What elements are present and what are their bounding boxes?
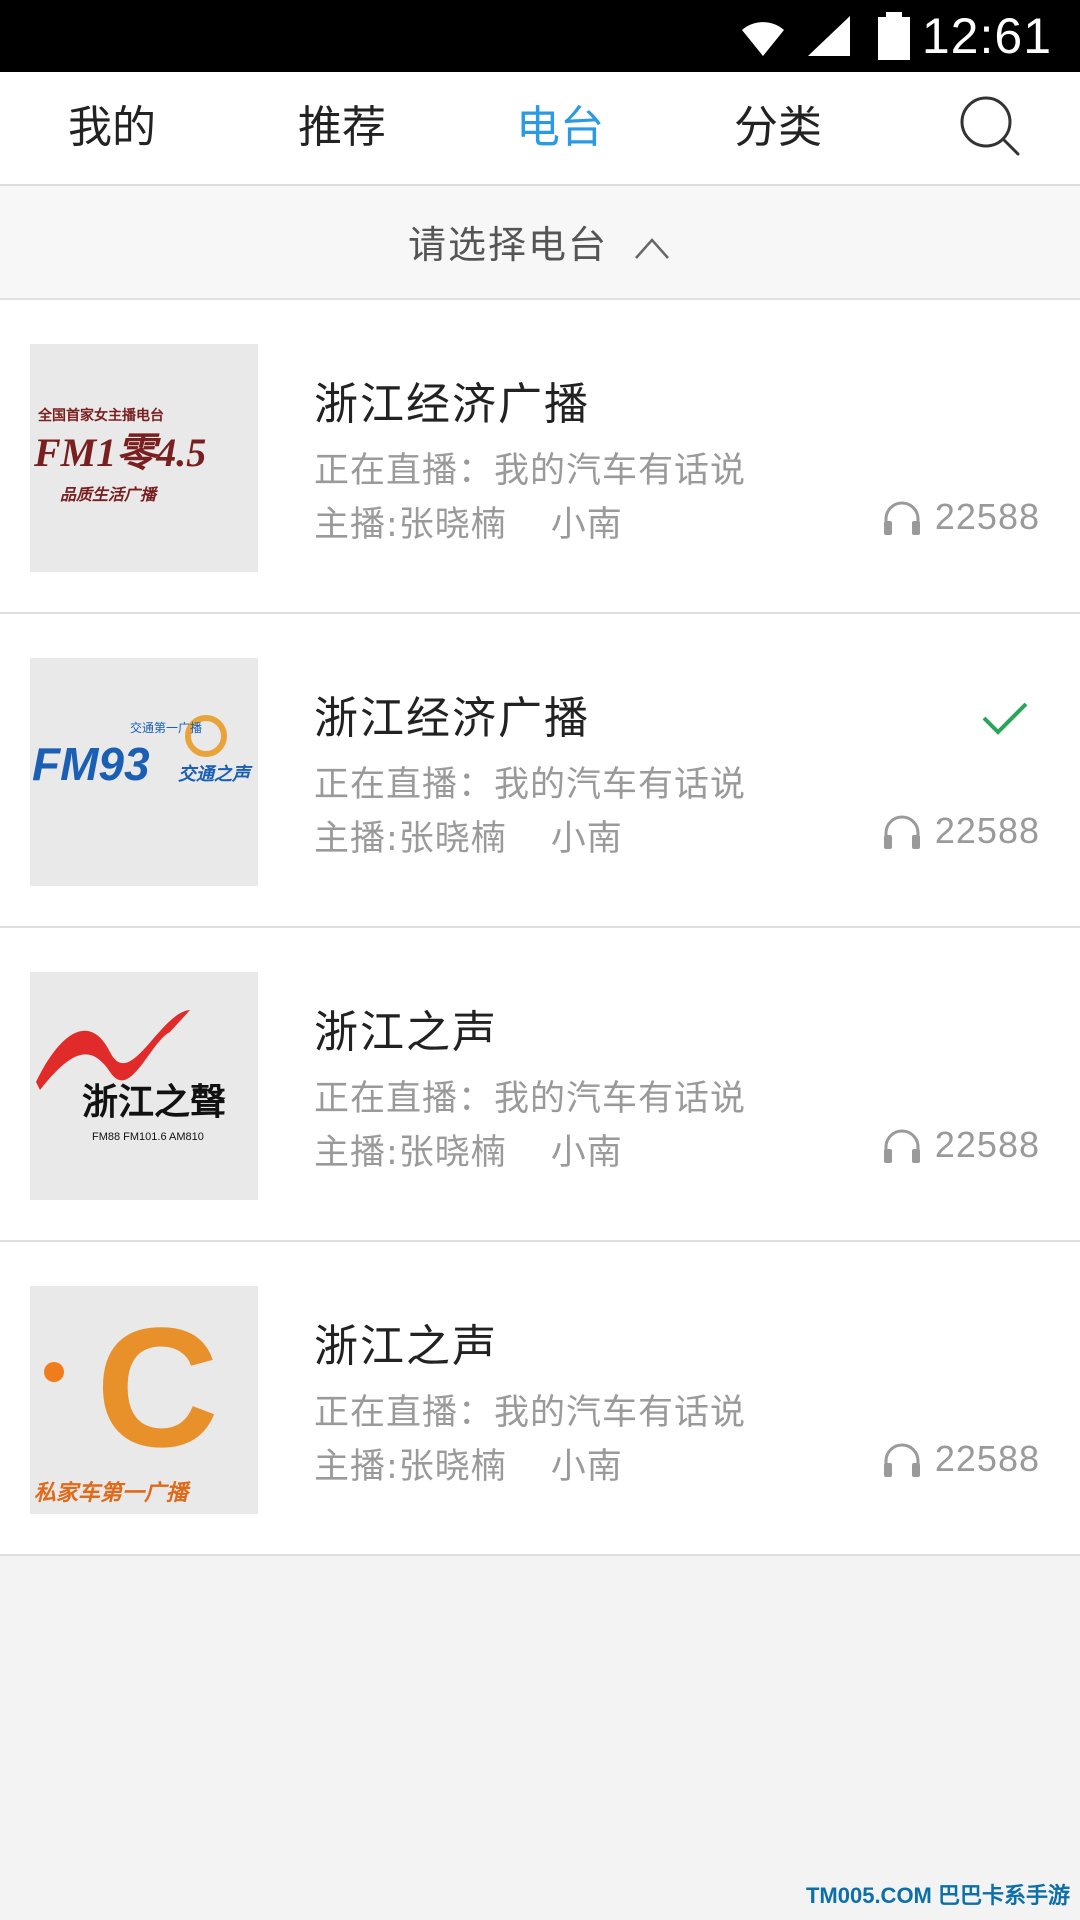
station-logo: 全国首家女主播电台 FM1零4.5 品质生活广播 — [30, 344, 258, 572]
listener-value: 22588 — [934, 1124, 1040, 1165]
headphone-icon — [883, 815, 920, 849]
station-title: 浙江经济广播 — [314, 693, 590, 744]
station-logo: 交通第一广播 FM93 交通之声 — [30, 658, 258, 886]
station-title: 浙江之声 — [314, 1321, 498, 1372]
station-host: 主播:张晓楠 小南 — [314, 496, 623, 547]
station-row[interactable]: 浙江之聲 FM88 FM101.6 AM810 浙江之声 正在直播：我的汽车有话… — [0, 928, 1080, 1242]
station-logo: 浙江之聲 FM88 FM101.6 AM810 — [30, 972, 258, 1200]
station-host: 主播:张晓楠 小南 — [314, 810, 623, 861]
tab-radio[interactable]: 电台 — [490, 94, 630, 162]
logo-text-main: FM1零4.5 — [33, 430, 206, 475]
station-row[interactable]: C 私家车第一广播 浙江之声 正在直播：我的汽车有话说 主播:张晓楠 小南 225… — [0, 1242, 1080, 1556]
watermark: TM005.COM 巴巴卡系手游 — [805, 1883, 1070, 1908]
host-name: 小南 — [550, 1133, 623, 1173]
host-label: 主播:张晓楠 — [314, 1133, 507, 1173]
logo-text-sub: 品质生活广播 — [60, 486, 159, 504]
station-live: 正在直播：我的汽车有话说 — [314, 451, 747, 491]
host-name: 小南 — [550, 819, 623, 859]
station-live: 正在直播：我的汽车有话说 — [314, 1079, 747, 1119]
status-bar: 12:61 — [0, 0, 1080, 72]
selector-label: 请选择电台 — [407, 223, 608, 267]
host-name: 小南 — [550, 505, 623, 545]
logo-text-main: C — [96, 1293, 219, 1483]
tab-category[interactable]: 分类 — [708, 94, 848, 162]
battery-icon — [878, 12, 910, 60]
logo-text-main: FM93 — [32, 738, 150, 790]
station-row[interactable]: 交通第一广播 FM93 交通之声 浙江经济广播 正在直播：我的汽车有话说 主播:… — [0, 614, 1080, 928]
search-icon — [960, 96, 1020, 156]
host-label: 主播:张晓楠 — [314, 505, 507, 545]
logo-text-sub: FM88 FM101.6 AM810 — [92, 1131, 204, 1143]
signal-icon — [808, 16, 850, 56]
host-label: 主播:张晓楠 — [314, 819, 507, 859]
status-time: 12:61 — [921, 8, 1052, 64]
station-host: 主播:张晓楠 小南 — [314, 1124, 623, 1175]
station-live: 正在直播：我的汽车有话说 — [314, 765, 747, 805]
top-nav: 我的 推荐 电台 分类 — [0, 72, 1080, 186]
headphone-icon — [883, 501, 920, 535]
station-title: 浙江经济广播 — [314, 379, 590, 430]
logo-text-main: 浙江之聲 — [82, 1081, 226, 1123]
search-button[interactable] — [952, 88, 1032, 168]
host-label: 主播:张晓楠 — [314, 1447, 507, 1487]
listener-count: 22588 — [881, 1438, 1040, 1480]
station-row[interactable]: 全国首家女主播电台 FM1零4.5 品质生活广播 浙江经济广播 正在直播：我的汽… — [0, 300, 1080, 614]
station-host: 主播:张晓楠 小南 — [314, 1438, 623, 1489]
logo-text-sub: 私家车第一广播 — [34, 1480, 191, 1505]
listener-value: 22588 — [934, 496, 1040, 537]
listener-count: 22588 — [881, 1124, 1040, 1166]
station-title: 浙江之声 — [314, 1007, 498, 1058]
station-selector[interactable]: 请选择电台 — [0, 186, 1080, 300]
check-icon — [982, 702, 1028, 735]
logo-text-top: 全国首家女主播电台 — [37, 407, 164, 423]
station-list: 全国首家女主播电台 FM1零4.5 品质生活广播 浙江经济广播 正在直播：我的汽… — [0, 300, 1080, 1556]
chevron-up-icon — [635, 237, 669, 259]
headphone-icon — [883, 1443, 920, 1477]
tab-recommend[interactable]: 推荐 — [272, 94, 412, 162]
headphone-icon — [883, 1129, 920, 1163]
wifi-icon — [742, 22, 784, 56]
host-name: 小南 — [550, 1447, 623, 1487]
listener-value: 22588 — [934, 810, 1040, 851]
listener-value: 22588 — [934, 1438, 1040, 1479]
logo-text-top: 交通第一广播 — [130, 720, 202, 735]
station-logo: C 私家车第一广播 — [30, 1286, 258, 1514]
tab-mine[interactable]: 我的 — [42, 94, 182, 162]
listener-count: 22588 — [881, 496, 1040, 538]
logo-text-sub: 交通之声 — [178, 764, 253, 784]
station-live: 正在直播：我的汽车有话说 — [314, 1393, 747, 1433]
listener-count: 22588 — [881, 810, 1040, 852]
